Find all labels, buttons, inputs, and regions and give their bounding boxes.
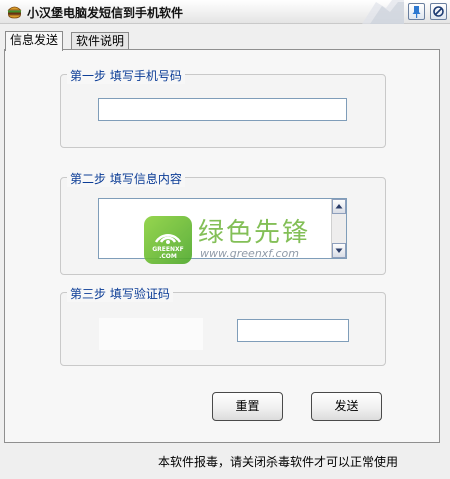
captcha-image[interactable] xyxy=(99,318,203,350)
wifi-icon xyxy=(154,233,182,244)
step2-legend: 第二步 填写信息内容 xyxy=(67,170,185,187)
logo-text: GREENXF .COM xyxy=(144,246,192,260)
status-text: 本软件报毒，请关闭杀毒软件才可以正常使用 xyxy=(158,455,399,469)
logo-text-2: .COM xyxy=(159,253,177,260)
step1-legend: 第一步 填写手机号码 xyxy=(67,67,185,84)
arrow-up-icon xyxy=(335,204,343,209)
logo-text-1: GREENXF xyxy=(152,246,184,253)
close-button[interactable] xyxy=(430,3,447,20)
step3-legend: 第三步 填写验证码 xyxy=(67,285,173,302)
window-title: 小汉堡电脑发短信到手机软件 xyxy=(27,6,184,20)
scroll-down-button[interactable] xyxy=(332,243,346,258)
pin-icon xyxy=(412,6,421,18)
phone-number-input[interactable] xyxy=(98,98,347,121)
tab-software-help[interactable]: 软件说明 xyxy=(71,32,130,50)
arrow-down-icon xyxy=(335,248,343,253)
message-scrollbar[interactable] xyxy=(331,199,346,258)
watermark-url: www.greenxf.com xyxy=(200,247,299,260)
watermark-brand: 绿色先锋 xyxy=(198,218,311,248)
window-decoration xyxy=(362,0,404,24)
pin-button[interactable] xyxy=(408,3,425,20)
hamburger-icon xyxy=(7,6,22,19)
captcha-input[interactable] xyxy=(237,319,349,342)
title-bar[interactable]: 小汉堡电脑发短信到手机软件 xyxy=(0,0,450,24)
reset-button[interactable]: 重置 xyxy=(212,392,283,421)
scroll-up-button[interactable] xyxy=(332,199,346,214)
tab-send-message[interactable]: 信息发送 xyxy=(5,31,64,51)
greenxf-logo: GREENXF .COM xyxy=(144,216,192,264)
close-icon xyxy=(433,6,444,17)
send-button[interactable]: 发送 xyxy=(311,392,382,421)
